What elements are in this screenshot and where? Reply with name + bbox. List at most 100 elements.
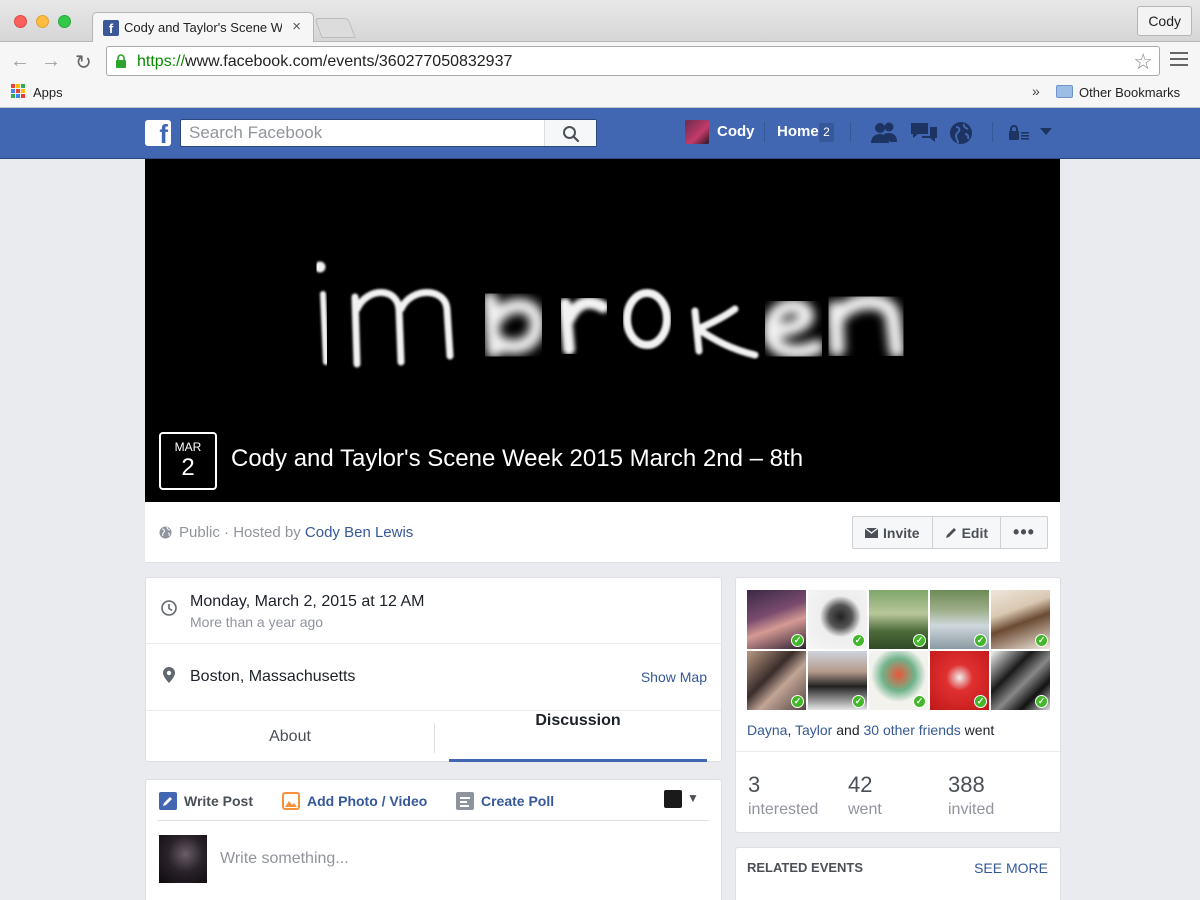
friend-link[interactable]: Dayna bbox=[747, 722, 787, 738]
create-poll-tab[interactable]: Create Poll bbox=[456, 792, 554, 810]
guest-avatar[interactable]: ✓ bbox=[747, 590, 806, 649]
stat-invited[interactable]: 388 invited bbox=[948, 772, 994, 819]
went-check-icon: ✓ bbox=[974, 634, 987, 647]
account-menu-caret-icon[interactable] bbox=[1040, 128, 1052, 136]
host-link[interactable]: Cody Ben Lewis bbox=[305, 524, 413, 541]
went-check-icon: ✓ bbox=[852, 634, 865, 647]
edit-label: Edit bbox=[961, 524, 989, 541]
show-map-link[interactable]: Show Map bbox=[641, 669, 707, 685]
url-protocol: https:// bbox=[137, 53, 186, 70]
messages-icon[interactable] bbox=[910, 121, 938, 145]
guest-photo-grid: ✓ ✓ ✓ ✓ ✓ ✓ ✓ ✓ ✓ ✓ bbox=[747, 590, 1051, 710]
minimize-window-button[interactable] bbox=[36, 15, 49, 28]
facebook-logo-icon[interactable]: f bbox=[145, 119, 171, 149]
went-check-icon: ✓ bbox=[913, 695, 926, 708]
search-input[interactable] bbox=[181, 120, 545, 146]
stat-label: went bbox=[848, 801, 882, 818]
stat-value: 3 bbox=[748, 772, 761, 797]
edit-button[interactable]: Edit bbox=[933, 517, 1002, 548]
stat-interested[interactable]: 3 interested bbox=[748, 772, 818, 819]
add-photo-label: Add Photo / Video bbox=[307, 793, 428, 809]
nav-divider bbox=[992, 122, 993, 142]
more-options-button[interactable]: ••• bbox=[1001, 517, 1047, 548]
folder-icon bbox=[1056, 85, 1073, 98]
stat-value: 388 bbox=[948, 772, 985, 797]
see-more-link[interactable]: SEE MORE bbox=[974, 860, 1048, 876]
guest-avatar[interactable]: ✓ bbox=[991, 590, 1050, 649]
friends-went-summary: Dayna, Taylor and 30 other friends went bbox=[747, 722, 995, 738]
other-friends-link[interactable]: 30 other friends bbox=[864, 722, 961, 738]
guest-avatar[interactable]: ✓ bbox=[869, 590, 928, 649]
divider bbox=[736, 751, 1060, 752]
write-post-tab[interactable]: Write Post bbox=[159, 792, 253, 810]
write-pencil-icon bbox=[159, 792, 177, 810]
clock-icon bbox=[161, 600, 177, 616]
privacy-lock-icon[interactable] bbox=[1008, 125, 1030, 141]
tab-separator bbox=[434, 723, 435, 753]
divider bbox=[146, 710, 721, 711]
post-as-caret-icon[interactable]: ▼ bbox=[687, 791, 699, 805]
friend-link[interactable]: Taylor bbox=[795, 722, 832, 738]
public-globe-icon bbox=[159, 526, 172, 539]
url-path: www.facebook.com/events/360277050832937 bbox=[185, 53, 513, 70]
reload-icon[interactable]: ↻ bbox=[75, 50, 92, 75]
zoom-window-button[interactable] bbox=[58, 15, 71, 28]
browser-menu-icon[interactable] bbox=[1170, 52, 1188, 70]
guest-avatar[interactable]: ✓ bbox=[930, 590, 989, 649]
user-avatar[interactable] bbox=[685, 120, 709, 144]
notifications-globe-icon[interactable] bbox=[949, 121, 973, 145]
browser-tab-bar: f Cody and Taylor's Scene W × Cody bbox=[0, 0, 1200, 43]
tab-close-icon[interactable]: × bbox=[292, 18, 301, 35]
guest-avatar[interactable]: ✓ bbox=[869, 651, 928, 710]
stat-label: interested bbox=[748, 801, 819, 818]
back-arrow-icon[interactable]: ← bbox=[10, 50, 30, 73]
bookmark-star-icon[interactable]: ☆ bbox=[1133, 49, 1153, 75]
home-count-badge: 2 bbox=[819, 123, 834, 142]
forward-arrow-icon[interactable]: → bbox=[41, 50, 61, 73]
tab-about[interactable]: About bbox=[146, 712, 434, 762]
post-as-avatar[interactable] bbox=[664, 790, 682, 808]
other-bookmarks[interactable]: Other Bookmarks bbox=[1079, 85, 1180, 100]
invite-label: Invite bbox=[883, 524, 920, 541]
browser-tab[interactable]: f Cody and Taylor's Scene W × bbox=[92, 12, 314, 43]
friend-requests-icon[interactable] bbox=[870, 121, 898, 145]
home-link[interactable]: Home bbox=[777, 123, 819, 140]
close-window-button[interactable] bbox=[14, 15, 27, 28]
guest-avatar[interactable]: ✓ bbox=[747, 651, 806, 710]
related-events-card: RELATED EVENTS SEE MORE bbox=[735, 847, 1061, 900]
pencil-icon bbox=[945, 527, 956, 538]
stat-went[interactable]: 42 went bbox=[848, 772, 882, 819]
search-button[interactable] bbox=[544, 120, 596, 146]
photo-icon bbox=[282, 792, 300, 810]
composer-avatar bbox=[159, 835, 207, 883]
guest-avatar[interactable]: ✓ bbox=[930, 651, 989, 710]
new-tab-button[interactable] bbox=[314, 18, 356, 38]
apps-bookmark[interactable]: Apps bbox=[33, 85, 63, 100]
browser-toolbar: ← → ↻ https://www.facebook.com/events/36… bbox=[0, 42, 1200, 80]
url-text: https://www.facebook.com/events/36027705… bbox=[137, 53, 512, 71]
event-month: MAR bbox=[174, 440, 202, 454]
apps-grid-icon[interactable] bbox=[11, 84, 25, 98]
tab-discussion[interactable]: Discussion bbox=[449, 712, 707, 762]
event-date-badge: MAR 2 bbox=[159, 432, 217, 490]
bookmarks-overflow-chevron[interactable]: » bbox=[1032, 83, 1040, 99]
invite-button[interactable]: Invite bbox=[853, 517, 933, 548]
address-bar[interactable]: https://www.facebook.com/events/36027705… bbox=[106, 46, 1160, 76]
event-actions: Invite Edit ••• bbox=[852, 516, 1048, 549]
guest-avatar[interactable]: ✓ bbox=[808, 651, 867, 710]
event-details-card: Monday, March 2, 2015 at 12 AM More than… bbox=[145, 577, 722, 762]
event-datetime-relative: More than a year ago bbox=[190, 614, 324, 630]
composer-input[interactable]: Write something... bbox=[220, 850, 349, 868]
profile-button[interactable]: Cody bbox=[1137, 6, 1192, 36]
went-check-icon: ✓ bbox=[913, 634, 926, 647]
went-check-icon: ✓ bbox=[852, 695, 865, 708]
went-check-icon: ✓ bbox=[791, 634, 804, 647]
guest-avatar[interactable]: ✓ bbox=[991, 651, 1050, 710]
nav-divider bbox=[764, 122, 765, 142]
write-post-label: Write Post bbox=[184, 793, 253, 809]
guest-avatar[interactable]: ✓ bbox=[808, 590, 867, 649]
event-privacy-host: Public · Hosted by Cody Ben Lewis bbox=[179, 524, 413, 541]
event-cover-photo: MAR 2 Cody and Taylor's Scene Week 2015 … bbox=[145, 159, 1060, 502]
user-profile-link[interactable]: Cody bbox=[717, 123, 755, 140]
add-photo-video-tab[interactable]: Add Photo / Video bbox=[282, 792, 427, 810]
